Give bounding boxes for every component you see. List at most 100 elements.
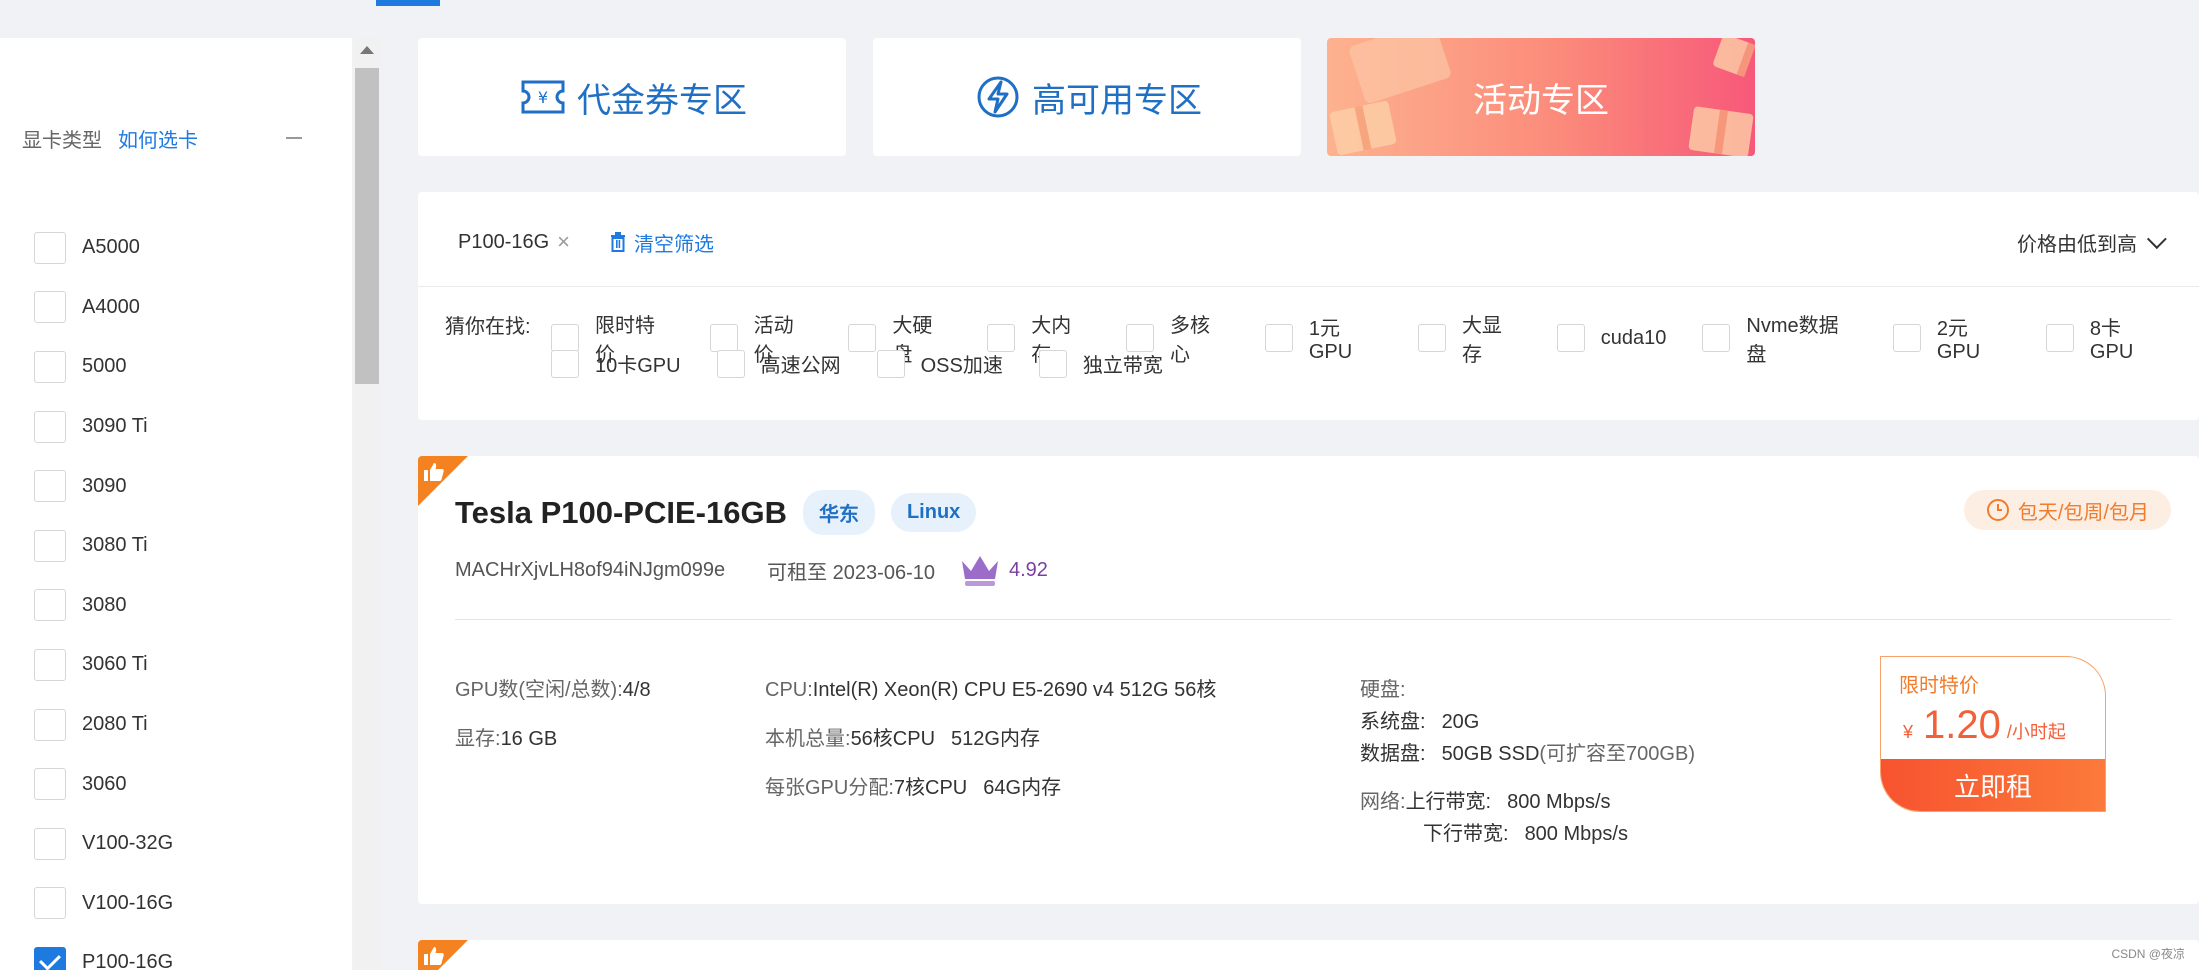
gpu-type-filter-header[interactable]: 显卡类型 如何选卡 <box>22 118 322 158</box>
quick-filter-checkbox[interactable] <box>987 324 1016 352</box>
sort-dropdown[interactable]: 价格由低到高 <box>2017 222 2167 262</box>
gpu-type-checkbox[interactable] <box>34 589 66 622</box>
gpu-type-checkbox[interactable] <box>34 768 66 801</box>
rating: 4.92 <box>959 553 1048 587</box>
per-gpu-label: 每张GPU分配: <box>765 777 894 799</box>
gpu-type-checkbox[interactable] <box>34 648 66 681</box>
clock-icon <box>1986 499 2009 521</box>
quick-filter-option[interactable]: 10卡GPU <box>551 349 681 378</box>
gift-box-illustration <box>1712 38 1754 77</box>
gpu-type-label: 3080 Ti <box>82 534 148 557</box>
cpu-value: Intel(R) Xeon(R) CPU E5-2690 v4 512G 56核 <box>812 679 1217 701</box>
gpu-type-option[interactable]: 3090 Ti <box>34 397 173 457</box>
high-availability-zone-banner[interactable]: 高可用专区 <box>873 38 1301 156</box>
quick-filter-option[interactable]: OSS加速 <box>876 349 1003 378</box>
gpu-type-option[interactable]: A4000 <box>34 278 173 338</box>
clear-filters-button[interactable]: 清空筛选 <box>610 228 714 257</box>
quick-filter-checkbox[interactable] <box>1264 324 1293 352</box>
collapse-icon[interactable] <box>286 137 302 139</box>
price-value: 1.20 <box>1923 703 2001 747</box>
network-label: 网络: <box>1360 791 1406 813</box>
gpu-type-option[interactable]: 3060 Ti <box>34 635 173 695</box>
quick-filter-checkbox[interactable] <box>709 324 738 352</box>
gpu-count-value: 4/8 <box>622 679 651 701</box>
quick-filter-checkbox[interactable] <box>1702 324 1731 352</box>
quick-filter-option[interactable]: cuda10 <box>1556 324 1666 352</box>
quick-filter-label: Nvme数据盘 <box>1746 315 1839 366</box>
clear-filters-label: 清空筛选 <box>634 233 715 256</box>
quick-filter-checkbox[interactable] <box>551 324 579 352</box>
gpu-type-option[interactable]: 3090 <box>34 456 173 516</box>
rent-now-button[interactable]: 立即租 <box>1881 759 2105 811</box>
gpu-type-option[interactable]: V100-32G <box>34 814 173 874</box>
gpu-type-checkbox[interactable] <box>34 708 66 741</box>
gpu-type-option[interactable]: P100-16G <box>34 933 173 970</box>
quick-filter-option[interactable]: 高速公网 <box>716 349 841 378</box>
gpu-count-row: GPU数(空闲/总数):4/8 <box>455 674 651 723</box>
gpu-type-option[interactable]: 5000 <box>34 337 173 397</box>
quick-filter-label: 大显存 <box>1461 315 1502 366</box>
quick-filter-option[interactable]: 1元GPU <box>1264 312 1382 364</box>
gpu-type-checkbox[interactable] <box>34 529 66 562</box>
system-disk-value: 20G <box>1441 711 1480 733</box>
gpu-type-checkbox[interactable] <box>34 410 66 443</box>
quick-filter-option[interactable]: Nvme数据盘 <box>1702 309 1856 367</box>
gpu-type-checkbox[interactable] <box>34 231 66 264</box>
upload-row: 网络:上行带宽: 800 Mbps/s <box>1360 786 1695 818</box>
rent-mode-badge: 包天/包周/包月 <box>1963 490 2171 530</box>
gpu-type-checkbox[interactable] <box>34 350 66 383</box>
gpu-type-checkbox[interactable] <box>34 827 66 860</box>
quick-filter-checkbox[interactable] <box>551 349 579 378</box>
gpu-type-option[interactable]: 2080 Ti <box>34 695 173 755</box>
gpu-type-option[interactable]: V100-16G <box>34 874 173 934</box>
voucher-zone-banner[interactable]: ¥ 代金券专区 <box>418 38 846 156</box>
quick-filter-option[interactable]: 大显存 <box>1417 309 1521 367</box>
quick-filter-label: 2元GPU <box>1936 318 1981 363</box>
gpu-type-label: V100-32G <box>82 832 174 855</box>
gpu-type-option[interactable]: 3080 <box>34 576 173 636</box>
scroll-up-arrow-icon[interactable] <box>360 46 374 54</box>
quick-filter-checkbox[interactable] <box>1892 324 1921 352</box>
gpu-type-label: 2080 Ti <box>82 713 148 736</box>
high-availability-zone-label: 高可用专区 <box>1032 81 1202 120</box>
gpu-type-checkbox[interactable] <box>34 291 66 324</box>
gpu-specs: GPU数(空闲/总数):4/8 显存:16 GB <box>455 674 651 772</box>
gpu-type-checkbox[interactable] <box>34 946 66 970</box>
rating-value: 4.92 <box>1008 558 1048 581</box>
quick-filter-checkbox[interactable] <box>2045 324 2074 352</box>
sidebar-scrollbar[interactable] <box>354 38 380 970</box>
gpu-type-label: 3090 Ti <box>82 415 148 438</box>
quick-filter-checkbox[interactable] <box>876 349 905 378</box>
quick-filter-label: 独立带宽 <box>1082 355 1163 377</box>
quick-filter-option[interactable]: 8卡GPU <box>2045 312 2163 364</box>
activity-zone-banner[interactable]: 活动专区 <box>1327 38 1755 156</box>
product-title: Tesla P100-PCIE-16GB 华东 Linux <box>455 490 977 535</box>
gpu-type-filter-title: 显卡类型 <box>22 129 102 152</box>
active-filters: P100-16G × 清空筛选 <box>458 222 714 262</box>
active-tab-indicator <box>376 0 440 6</box>
gpu-type-option[interactable]: A5000 <box>34 218 173 278</box>
gpu-type-label: P100-16G <box>82 951 174 970</box>
top-strip <box>0 0 2199 6</box>
quick-filter-checkbox[interactable] <box>1417 324 1446 352</box>
how-to-choose-link[interactable]: 如何选卡 <box>118 124 198 153</box>
gpu-type-checkbox[interactable] <box>34 470 66 503</box>
quick-filter-checkbox[interactable] <box>848 324 877 352</box>
upload-label: 上行带宽: <box>1405 791 1492 813</box>
remove-filter-close-icon[interactable]: × <box>557 229 570 255</box>
quick-filter-checkbox[interactable] <box>1556 324 1585 352</box>
quick-filter-checkbox[interactable] <box>1126 324 1155 352</box>
scrollbar-thumb[interactable] <box>355 68 379 384</box>
quick-filter-checkbox[interactable] <box>716 349 745 378</box>
gpu-type-option[interactable]: 3080 Ti <box>34 516 173 576</box>
quick-filter-option[interactable]: 2元GPU <box>1892 312 2010 364</box>
quick-filter-checkbox[interactable] <box>1038 349 1067 378</box>
gpu-type-checkbox[interactable] <box>34 887 66 920</box>
quick-filter-option[interactable]: 独立带宽 <box>1038 349 1163 378</box>
quick-filter-label: OSS加速 <box>920 355 1003 377</box>
data-disk-row: 数据盘: 50GB SSD(可扩容至700GB) <box>1360 738 1695 770</box>
os-tag: Linux <box>890 493 977 532</box>
gpu-type-option[interactable]: 3060 <box>34 754 173 814</box>
crown-icon <box>961 556 998 586</box>
per-gpu-mem: 64G内存 <box>983 777 1062 799</box>
